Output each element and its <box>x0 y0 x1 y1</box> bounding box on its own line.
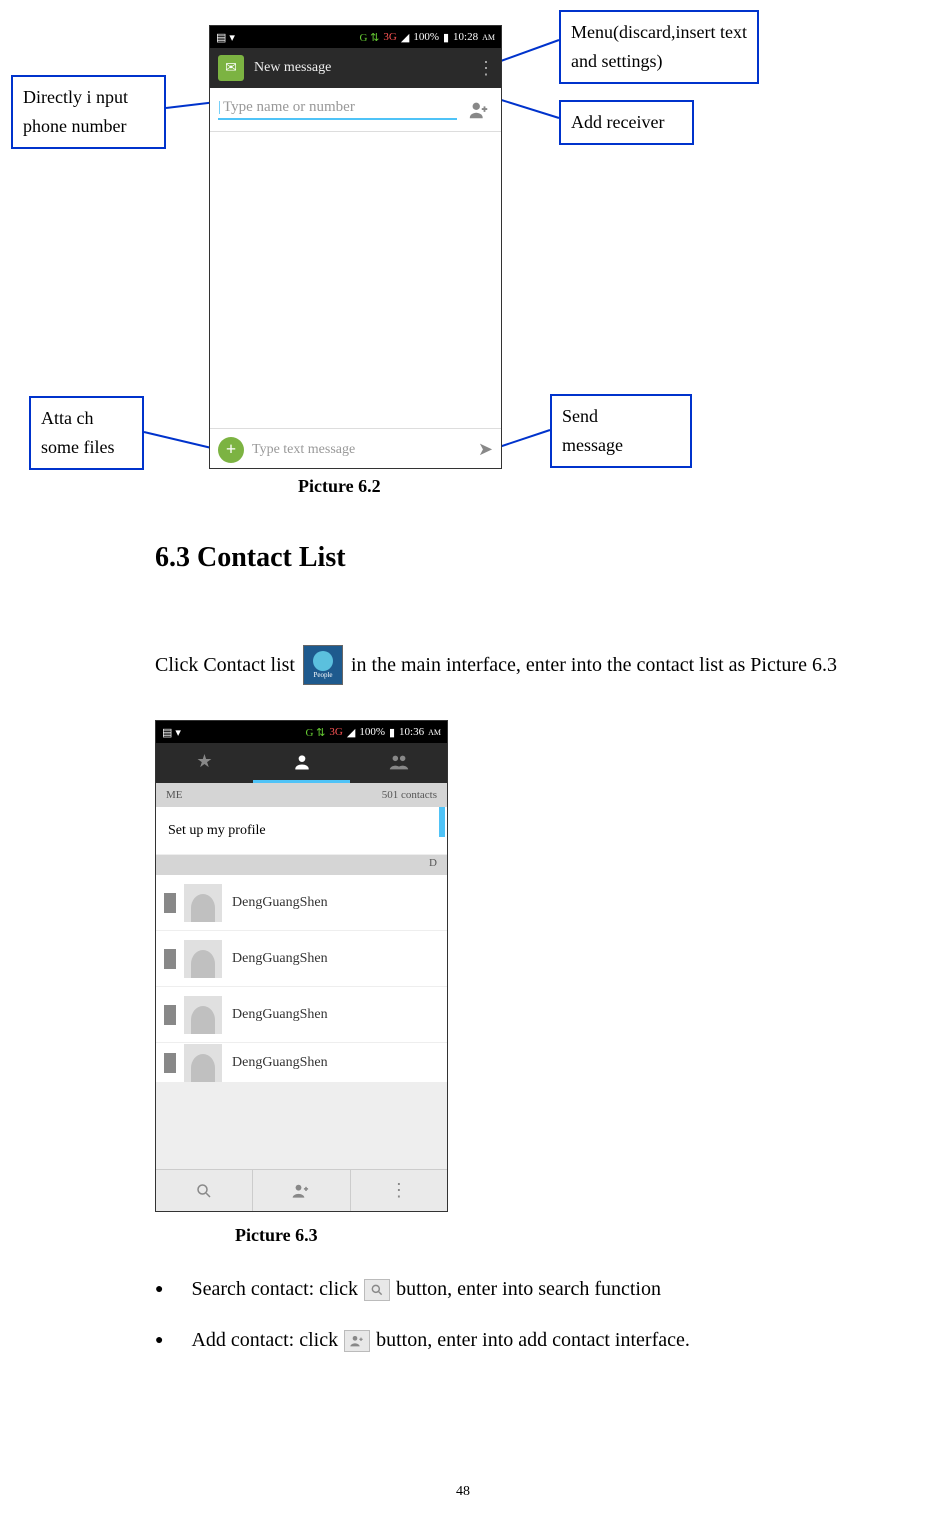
tab-favorites[interactable]: ★ <box>156 743 253 783</box>
recipient-input[interactable]: |Type name or number <box>218 99 457 120</box>
callout-text: Directly i nput <box>23 87 128 107</box>
sim-icon: ▤ <box>216 31 226 44</box>
section-heading: 6.3 Contact List <box>155 542 346 574</box>
screenshot-new-message: ▤ ▾ G ⇅ 3G ◢ 100% ▮ 10:28 AM ✉ New messa… <box>209 25 502 469</box>
tab-contacts[interactable] <box>253 743 350 783</box>
send-icon[interactable]: ➤ <box>478 439 493 460</box>
source-icon <box>164 1005 176 1025</box>
callout-menu: Menu(discard,insert text and settings) <box>559 10 759 84</box>
section-letter: D <box>156 855 447 875</box>
compose-row: + Type text message ➤ <box>210 428 501 469</box>
avatar <box>184 884 222 922</box>
caption-6-2: Picture 6.2 <box>298 476 381 497</box>
contact-row[interactable]: DengGuangShen <box>156 987 447 1043</box>
me-row: ME 501 contacts <box>156 783 447 807</box>
sim-icon: ▤ <box>162 726 172 739</box>
people-label: People <box>313 671 332 679</box>
scroll-indicator[interactable] <box>439 807 445 837</box>
people-app-icon: People <box>303 645 343 685</box>
callout-text: Send <box>562 406 598 426</box>
bullet-marker: ● <box>155 1282 163 1298</box>
contact-name: DengGuangShen <box>232 1007 328 1023</box>
intro-after: in the main interface, enter into the co… <box>351 654 837 677</box>
battery-icon: ▮ <box>389 726 395 739</box>
contact-row[interactable]: DengGuangShen <box>156 875 447 931</box>
intro-before: Click Contact list <box>155 654 295 677</box>
am-label: AM <box>482 33 495 42</box>
bottom-bar: ⋮ <box>156 1169 447 1211</box>
battery-icon: ▮ <box>443 31 449 44</box>
bullet-list: ● Search contact: click button, enter in… <box>155 1278 690 1380</box>
battery-label: 100% <box>359 726 385 738</box>
callout-text: some files <box>41 437 115 457</box>
contact-name: DengGuangShen <box>232 895 328 911</box>
message-body-area[interactable] <box>210 132 501 428</box>
callout-text: Atta ch <box>41 408 93 428</box>
wifi-icon: ▾ <box>229 31 235 44</box>
bullet-search: ● Search contact: click button, enter in… <box>155 1278 690 1301</box>
tabs-row: ★ <box>156 743 447 783</box>
status-bar: ▤ ▾ G ⇅ 3G ◢ 100% ▮ 10:28 AM <box>210 26 501 48</box>
compose-placeholder: Type text message <box>252 442 355 457</box>
source-icon <box>164 893 176 913</box>
bullet-text: button, enter into search function <box>396 1278 661 1301</box>
screenshot-contacts: ▤ ▾ G ⇅ 3G ◢ 100% ▮ 10:36 AM ★ ME 501 co… <box>155 720 448 1212</box>
bullet-add: ● Add contact: click button, enter into … <box>155 1329 690 1352</box>
callout-text: Add receiver <box>571 112 664 132</box>
overflow-button[interactable]: ⋮ <box>351 1170 447 1211</box>
network-label: 3G <box>383 31 396 43</box>
app-header: ✉ New message ⋮ <box>210 48 501 88</box>
add-receiver-icon[interactable] <box>465 96 493 124</box>
bullet-text: Add contact: click <box>191 1329 338 1352</box>
search-button[interactable] <box>156 1170 253 1211</box>
contact-name: DengGuangShen <box>232 1055 328 1071</box>
avatar <box>184 996 222 1034</box>
profile-setup-label: Set up my profile <box>168 823 266 839</box>
recipient-placeholder: Type name or number <box>223 99 355 115</box>
callout-text: phone number <box>23 116 126 136</box>
page-number: 48 <box>456 1484 470 1500</box>
callout-direct-input: Directly i nput phone number <box>11 75 166 149</box>
compose-input[interactable]: Type text message <box>252 442 478 458</box>
caption-6-3: Picture 6.3 <box>235 1225 318 1246</box>
avatar <box>184 1044 222 1082</box>
network-label: 3G <box>329 726 342 738</box>
time-label: 10:36 <box>399 726 424 738</box>
status-bar: ▤ ▾ G ⇅ 3G ◢ 100% ▮ 10:36 AM <box>156 721 447 743</box>
bullet-text: button, enter into add contact interface… <box>376 1329 690 1352</box>
callout-attach: Atta ch some files <box>29 396 144 470</box>
battery-label: 100% <box>413 31 439 43</box>
contact-row[interactable]: DengGuangShen <box>156 931 447 987</box>
source-icon <box>164 1053 176 1073</box>
callout-add-receiver: Add receiver <box>559 100 694 145</box>
am-label: AM <box>428 728 441 737</box>
avatar <box>184 940 222 978</box>
time-label: 10:28 <box>453 31 478 43</box>
attach-icon[interactable]: + <box>218 437 244 463</box>
callout-send: Send message <box>550 394 692 468</box>
contact-row[interactable]: DengGuangShen <box>156 1043 447 1083</box>
wifi-icon: ▾ <box>175 726 181 739</box>
menu-icon[interactable]: ⋮ <box>477 58 493 79</box>
add-contact-icon <box>344 1330 370 1352</box>
source-icon <box>164 949 176 969</box>
header-title: New message <box>254 60 331 76</box>
me-label: ME <box>166 789 183 801</box>
callout-text: Menu(discard,insert text and settings) <box>571 22 747 71</box>
messaging-icon[interactable]: ✉ <box>218 55 244 81</box>
bullet-marker: ● <box>155 1333 163 1349</box>
profile-setup-row[interactable]: Set up my profile <box>156 807 447 855</box>
search-icon <box>364 1279 390 1301</box>
recipient-row: |Type name or number <box>210 88 501 132</box>
add-contact-button[interactable] <box>253 1170 350 1211</box>
contacts-count: 501 contacts <box>382 789 437 801</box>
tab-groups[interactable] <box>350 743 447 783</box>
callout-text: message <box>562 435 623 455</box>
contact-name: DengGuangShen <box>232 951 328 967</box>
intro-text: Click Contact list People in the main in… <box>155 645 925 685</box>
bullet-text: Search contact: click <box>191 1278 358 1301</box>
